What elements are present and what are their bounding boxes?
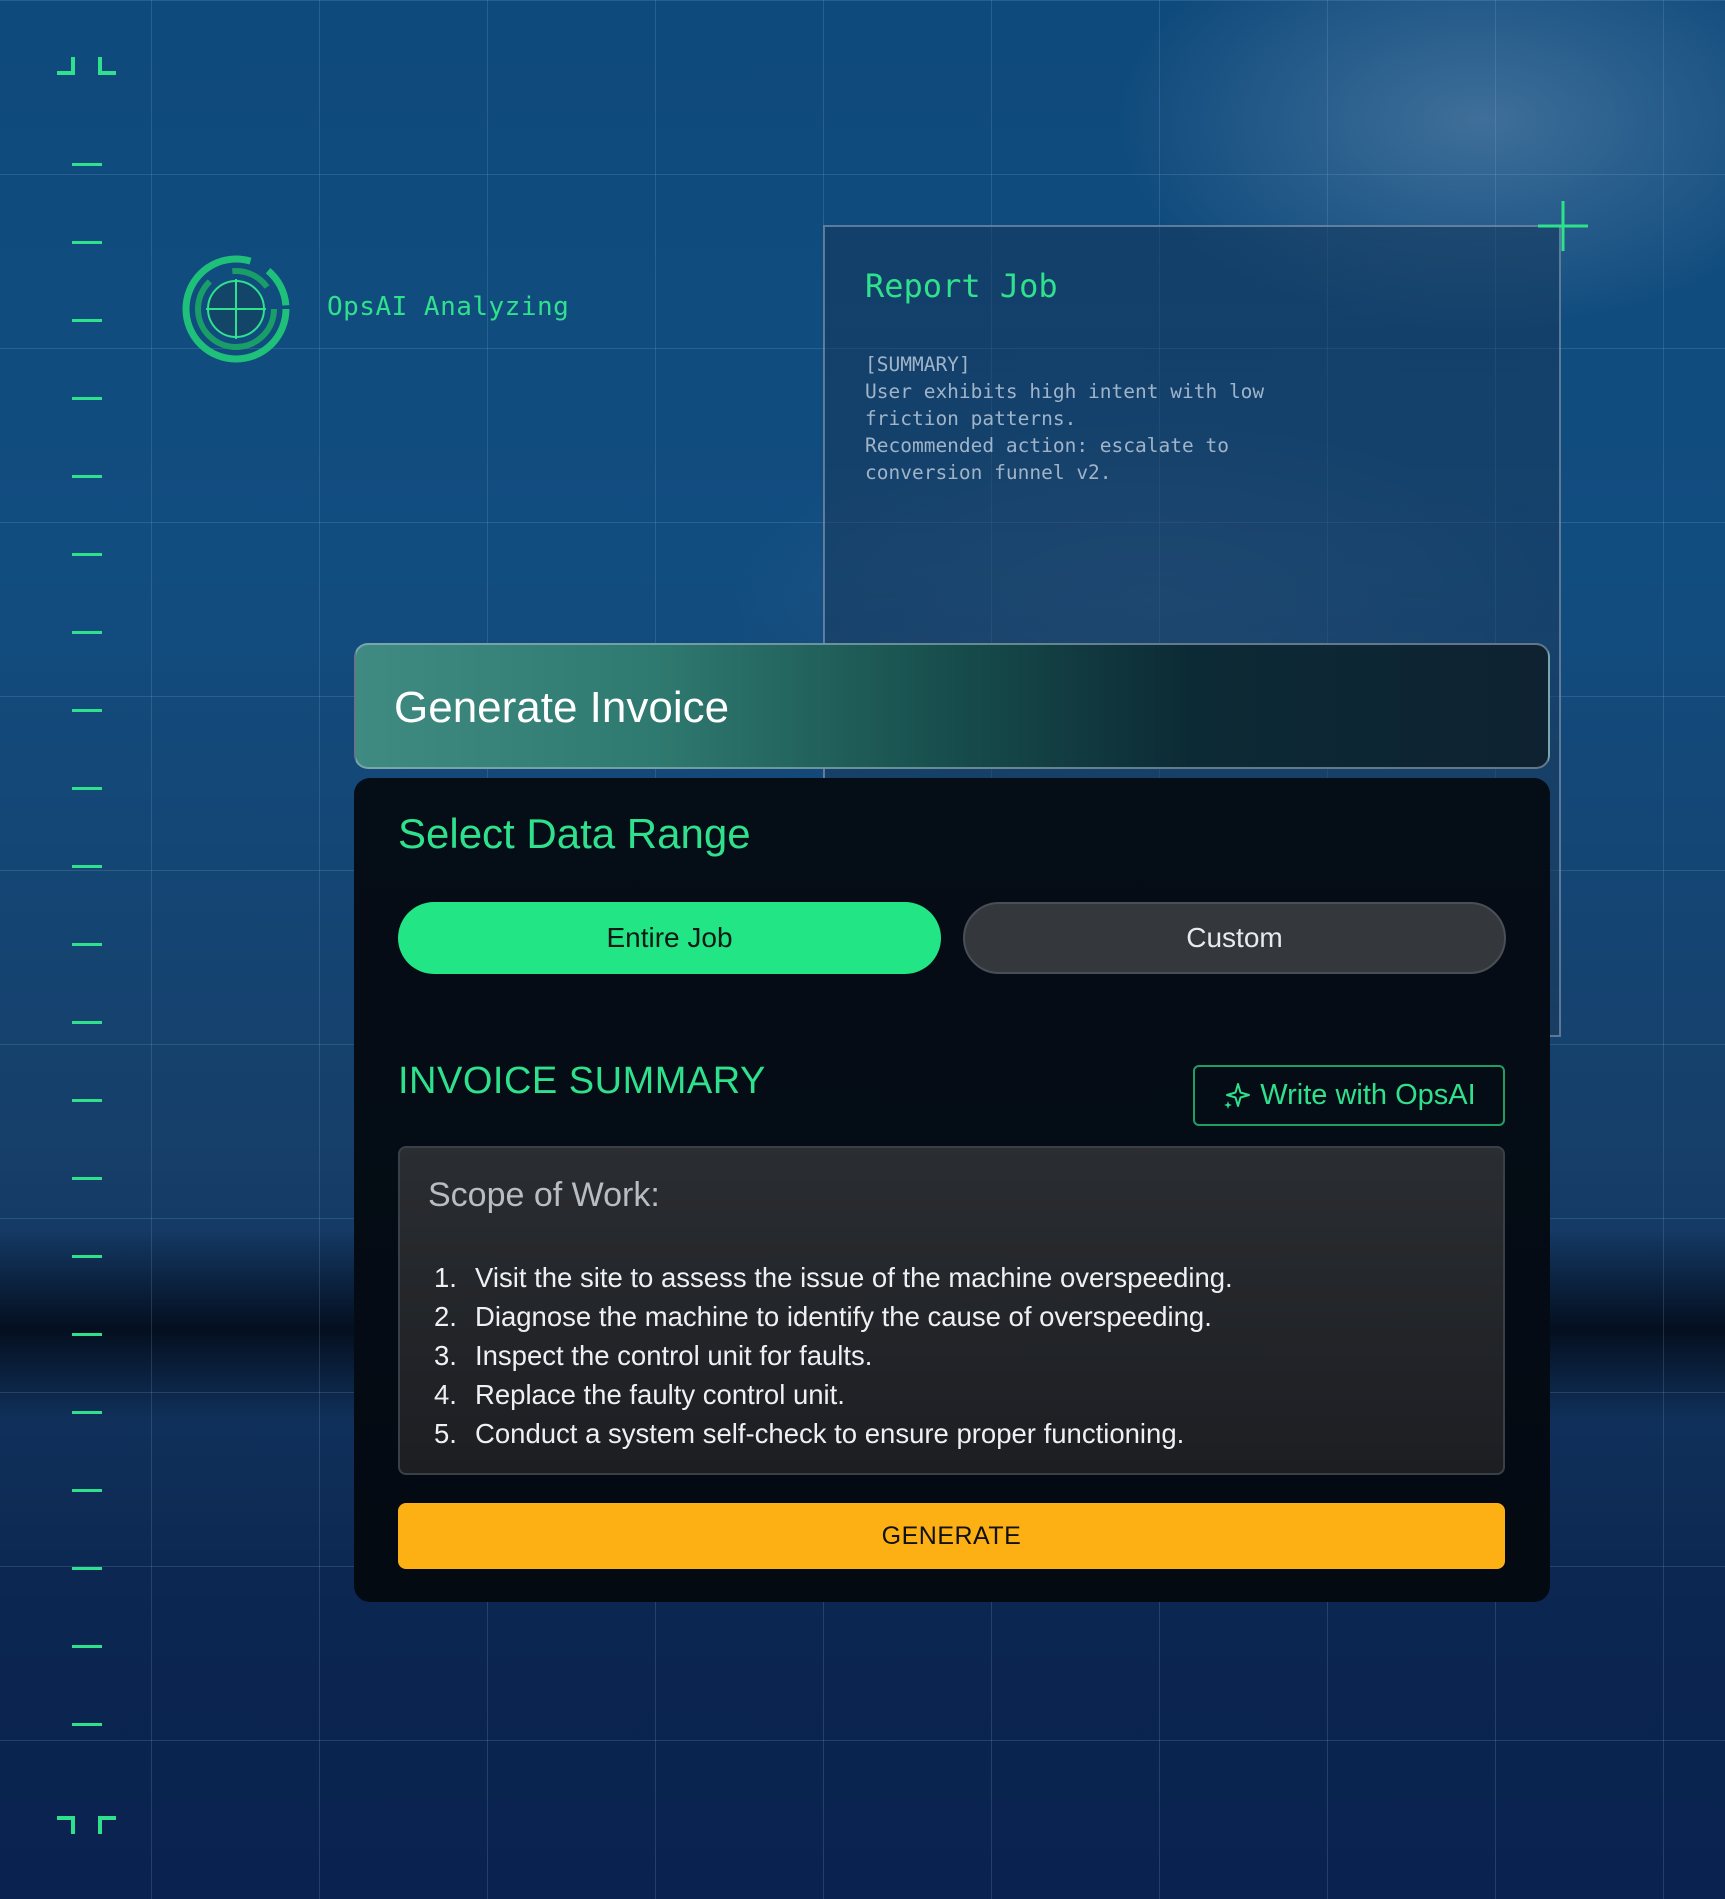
ruler-tick [72,163,102,166]
ruler-tick [72,1333,102,1336]
ai-status-label: OpsAI Analyzing [327,292,570,322]
ruler-tick [72,631,102,634]
scope-of-work-label: Scope of Work: [428,1176,660,1214]
ruler-tick [72,319,102,322]
ruler-tick [72,553,102,556]
scope-item-number: 1. [434,1261,457,1293]
ruler-tick [72,475,102,478]
invoice-summary-title: INVOICE SUMMARY [398,1060,766,1102]
ruler-tick [72,943,102,946]
scope-list-item: 3. Inspect the control unit for faults. [434,1336,1233,1375]
scope-item-number: 5. [434,1417,457,1449]
scope-item-number: 3. [434,1339,457,1371]
ruler-tick [72,241,102,244]
range-entire-job-button[interactable]: Entire Job [398,902,941,974]
ruler-tick [72,1255,102,1258]
scope-list-item: 4. Replace the faulty control unit. [434,1375,1233,1414]
range-custom-button[interactable]: Custom [963,902,1506,974]
scope-list-item: 5. Conduct a system self-check to ensure … [434,1414,1233,1453]
data-range-title: Select Data Range [398,810,751,857]
scope-list: 1. Visit the site to assess the issue of … [434,1258,1233,1453]
ruler-tick [72,1411,102,1414]
plus-corner-icon [1538,201,1588,251]
ruler-tick [72,1177,102,1180]
write-with-opsai-button[interactable]: Write with OpsAI [1193,1065,1505,1126]
scope-item-text: Replace the faulty control unit. [475,1378,845,1410]
generate-button[interactable]: GENERATE [398,1503,1505,1569]
scope-list-item: 2. Diagnose the machine to identify the c… [434,1297,1233,1336]
ruler-tick [72,1489,102,1492]
ruler-tick [72,1099,102,1102]
scope-item-text: Diagnose the machine to identify the cau… [475,1300,1212,1332]
invoice-card: Select Data Range Entire Job Custom INVO… [354,778,1550,1602]
crosshair-radar-icon [182,255,290,363]
sparkle-icon [1224,1082,1251,1109]
ruler-tick [72,1021,102,1024]
scope-list-item: 1. Visit the site to assess the issue of … [434,1258,1233,1297]
generate-invoice-header: Generate Invoice [354,643,1550,769]
scope-item-text: Visit the site to assess the issue of th… [475,1261,1233,1293]
ruler-tick [72,1723,102,1726]
ruler-tick [72,865,102,868]
ruler-tick [72,1645,102,1648]
ruler-tick [72,709,102,712]
invoice-header-title: Generate Invoice [394,683,730,732]
scope-item-number: 4. [434,1378,457,1410]
ruler-ticks [72,163,102,1743]
scope-of-work-textarea[interactable]: Scope of Work: 1. Visit the site to asses… [398,1146,1505,1475]
ruler-tick [72,787,102,790]
report-title: Report Job [865,267,1058,305]
report-summary-text: [SUMMARY] User exhibits high intent with… [865,353,1265,484]
write-with-opsai-label: Write with OpsAI [1260,1079,1476,1111]
ruler-tick [72,1567,102,1570]
scope-item-text: Conduct a system self-check to ensure pr… [475,1417,1185,1449]
scope-item-number: 2. [434,1300,457,1332]
ruler-tick [72,397,102,400]
scope-item-text: Inspect the control unit for faults. [475,1339,873,1371]
